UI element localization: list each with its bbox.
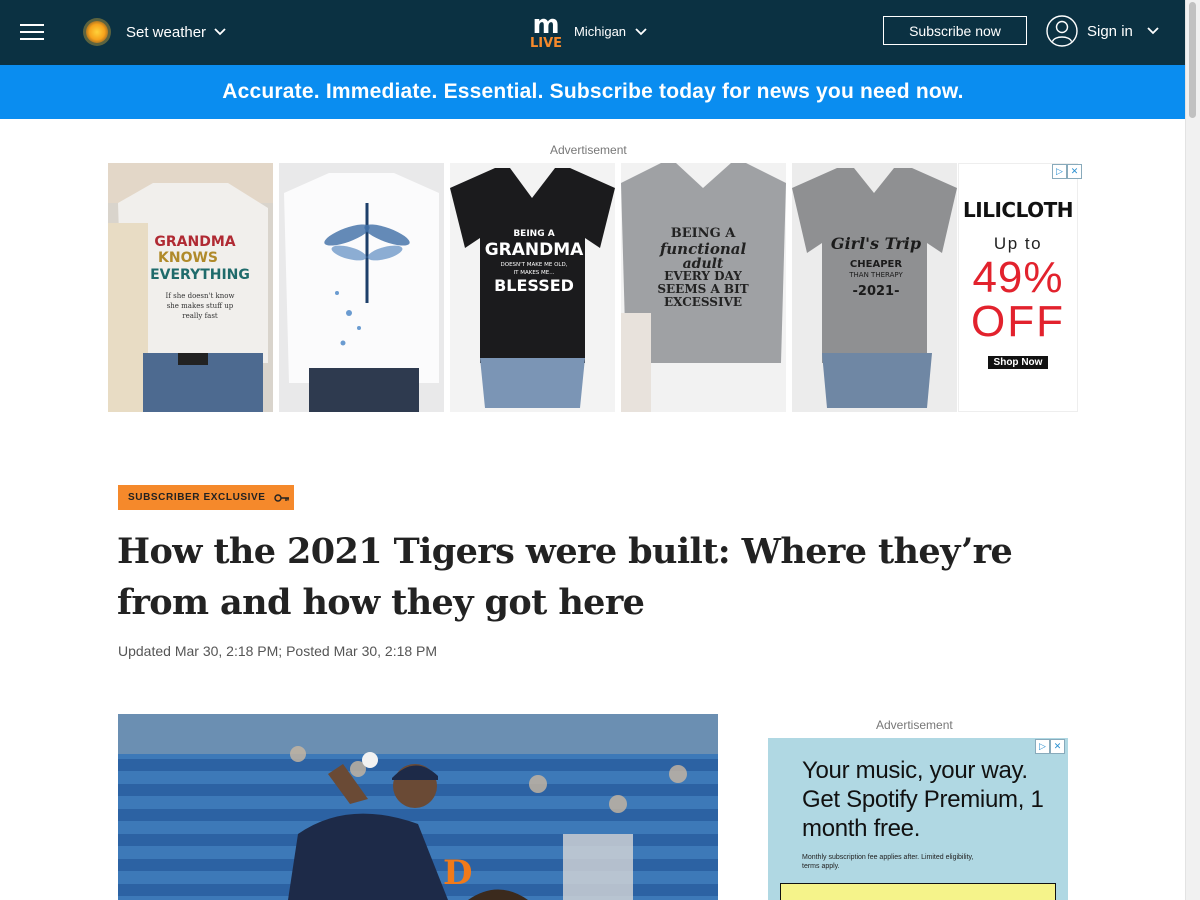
ad-product-shirt-5[interactable]: Girl's Trip CHEAPER THAN THERAPY -2021- (792, 163, 957, 412)
sun-icon (83, 18, 111, 46)
ad-product-shirt-2[interactable] (279, 163, 444, 412)
site-header: Set weather m LIVE Michigan Subscribe no… (0, 0, 1186, 65)
side-ad-label: Advertisement (876, 718, 953, 732)
shirt-5-image: Girl's Trip CHEAPER THAN THERAPY -2021- (792, 163, 957, 412)
set-weather-button[interactable]: Set weather (82, 17, 226, 47)
shirt-3-line-5: BLESSED (494, 276, 574, 295)
region-selector[interactable]: Michigan (574, 24, 647, 39)
shirt-1-line-3: EVERYTHING (150, 267, 250, 283)
sign-in-button[interactable]: Sign in (1046, 15, 1159, 47)
spotify-ad-graphic (780, 883, 1056, 900)
chevron-down-icon (635, 27, 647, 35)
ad-product-shirt-3[interactable]: BEING A GRANDMA DOESN'T MAKE ME OLD, IT … (450, 163, 615, 412)
chevron-down-icon (214, 28, 226, 36)
spotify-ad-fine-print: Monthly subscription fee applies after. … (802, 854, 974, 870)
shirt-1-line-2: KNOWS (158, 250, 218, 266)
shirt-1-image: GRANDMA KNOWS EVERYTHING If she doesn't … (108, 163, 273, 412)
user-circle-icon (1046, 15, 1078, 47)
hamburger-menu-icon[interactable] (20, 22, 44, 40)
key-icon (273, 493, 289, 502)
chevron-down-icon (1147, 27, 1159, 35)
offer-prefix: Up to (993, 234, 1043, 253)
ad-product-shirt-4[interactable]: BEING A functional adult EVERY DAY SEEMS… (621, 163, 786, 412)
adchoices-icon[interactable]: ▷ (1035, 739, 1050, 754)
pitcher-photo: D (118, 714, 718, 900)
sign-in-label: Sign in (1087, 22, 1133, 40)
article-dateline: Updated Mar 30, 2:18 PM; Posted Mar 30, … (118, 643, 438, 659)
lilicloth-brand: LILICLOTH (963, 198, 1073, 222)
shirt-5-line-4: -2021- (853, 284, 900, 299)
shirt-5-line-1: Girl's Trip (831, 234, 921, 253)
article-lead-photo[interactable]: D (118, 714, 718, 900)
shirt-3-line-1: BEING A (513, 229, 554, 239)
shirt-5-line-2: CHEAPER (850, 259, 902, 270)
mlive-logo[interactable]: m LIVE (528, 14, 564, 48)
scrollbar-thumb[interactable] (1189, 2, 1196, 118)
shirt-1-small-1: If she doesn't know (166, 292, 235, 300)
shirt-2-image (279, 163, 444, 412)
shirt-3-image: BEING A GRANDMA DOESN'T MAKE ME OLD, IT … (450, 163, 615, 412)
shirt-4-line-6: EXCESSIVE (664, 295, 742, 309)
banner-ad-label: Advertisement (550, 143, 627, 157)
kicker-label: SUBSCRIBER EXCLUSIVE (128, 492, 266, 503)
subscribe-promo-banner[interactable]: Accurate. Immediate. Essential. Subscrib… (0, 65, 1186, 119)
spotify-advertisement[interactable]: Your music, your way. Get Spotify Premiu… (768, 738, 1068, 900)
shirt-1-line-1: GRANDMA (154, 234, 235, 250)
offer-percent: 49% (972, 253, 1064, 302)
article-headline: How the 2021 Tigers were built: Where th… (117, 531, 1013, 623)
subscriber-exclusive-badge[interactable]: SUBSCRIBER EXCLUSIVE (118, 485, 294, 510)
page-scrollbar[interactable] (1185, 0, 1200, 900)
shirt-3-line-3: DOESN'T MAKE ME OLD, (501, 262, 568, 268)
lilicloth-offer-panel[interactable]: LILICLOTH Up to 49% OFF Shop Now (958, 163, 1078, 412)
region-label: Michigan (574, 24, 627, 39)
shirt-3-line-2: GRANDMA (485, 240, 584, 260)
subscribe-now-button[interactable]: Subscribe now (883, 16, 1027, 45)
ad-product-shirt-1[interactable]: GRANDMA KNOWS EVERYTHING If she doesn't … (108, 163, 273, 412)
ad-close-icon[interactable]: ✕ (1050, 739, 1065, 754)
shirt-4-line-4: EVERY DAY (664, 269, 742, 283)
adchoices-badge[interactable]: ▷ ✕ (1035, 739, 1065, 754)
banner-advertisement[interactable]: GRANDMA KNOWS EVERYTHING If she doesn't … (108, 163, 1082, 412)
shirt-4-line-5: SEEMS A BIT (657, 282, 748, 296)
adchoices-icon[interactable]: ▷ (1052, 164, 1067, 179)
shirt-4-image: BEING A functional adult EVERY DAY SEEMS… (621, 163, 786, 412)
shirt-4-line-1: BEING A (671, 226, 736, 241)
adchoices-badge[interactable]: ▷ ✕ (1052, 164, 1082, 179)
weather-label: Set weather (126, 23, 207, 41)
spotify-ad-headline: Your music, your way. Get Spotify Premiu… (802, 757, 1044, 842)
offer-off: OFF (971, 297, 1065, 346)
shirt-5-line-3: THAN THERAPY (848, 271, 903, 279)
shop-now-button[interactable]: Shop Now (987, 356, 1049, 369)
shirt-1-small-2: she makes stuff up (167, 302, 234, 310)
svg-text:D: D (443, 853, 472, 893)
ad-close-icon[interactable]: ✕ (1067, 164, 1082, 179)
shirt-1-small-3: really fast (182, 312, 218, 320)
logo-bottom-text: LIVE (530, 36, 562, 48)
